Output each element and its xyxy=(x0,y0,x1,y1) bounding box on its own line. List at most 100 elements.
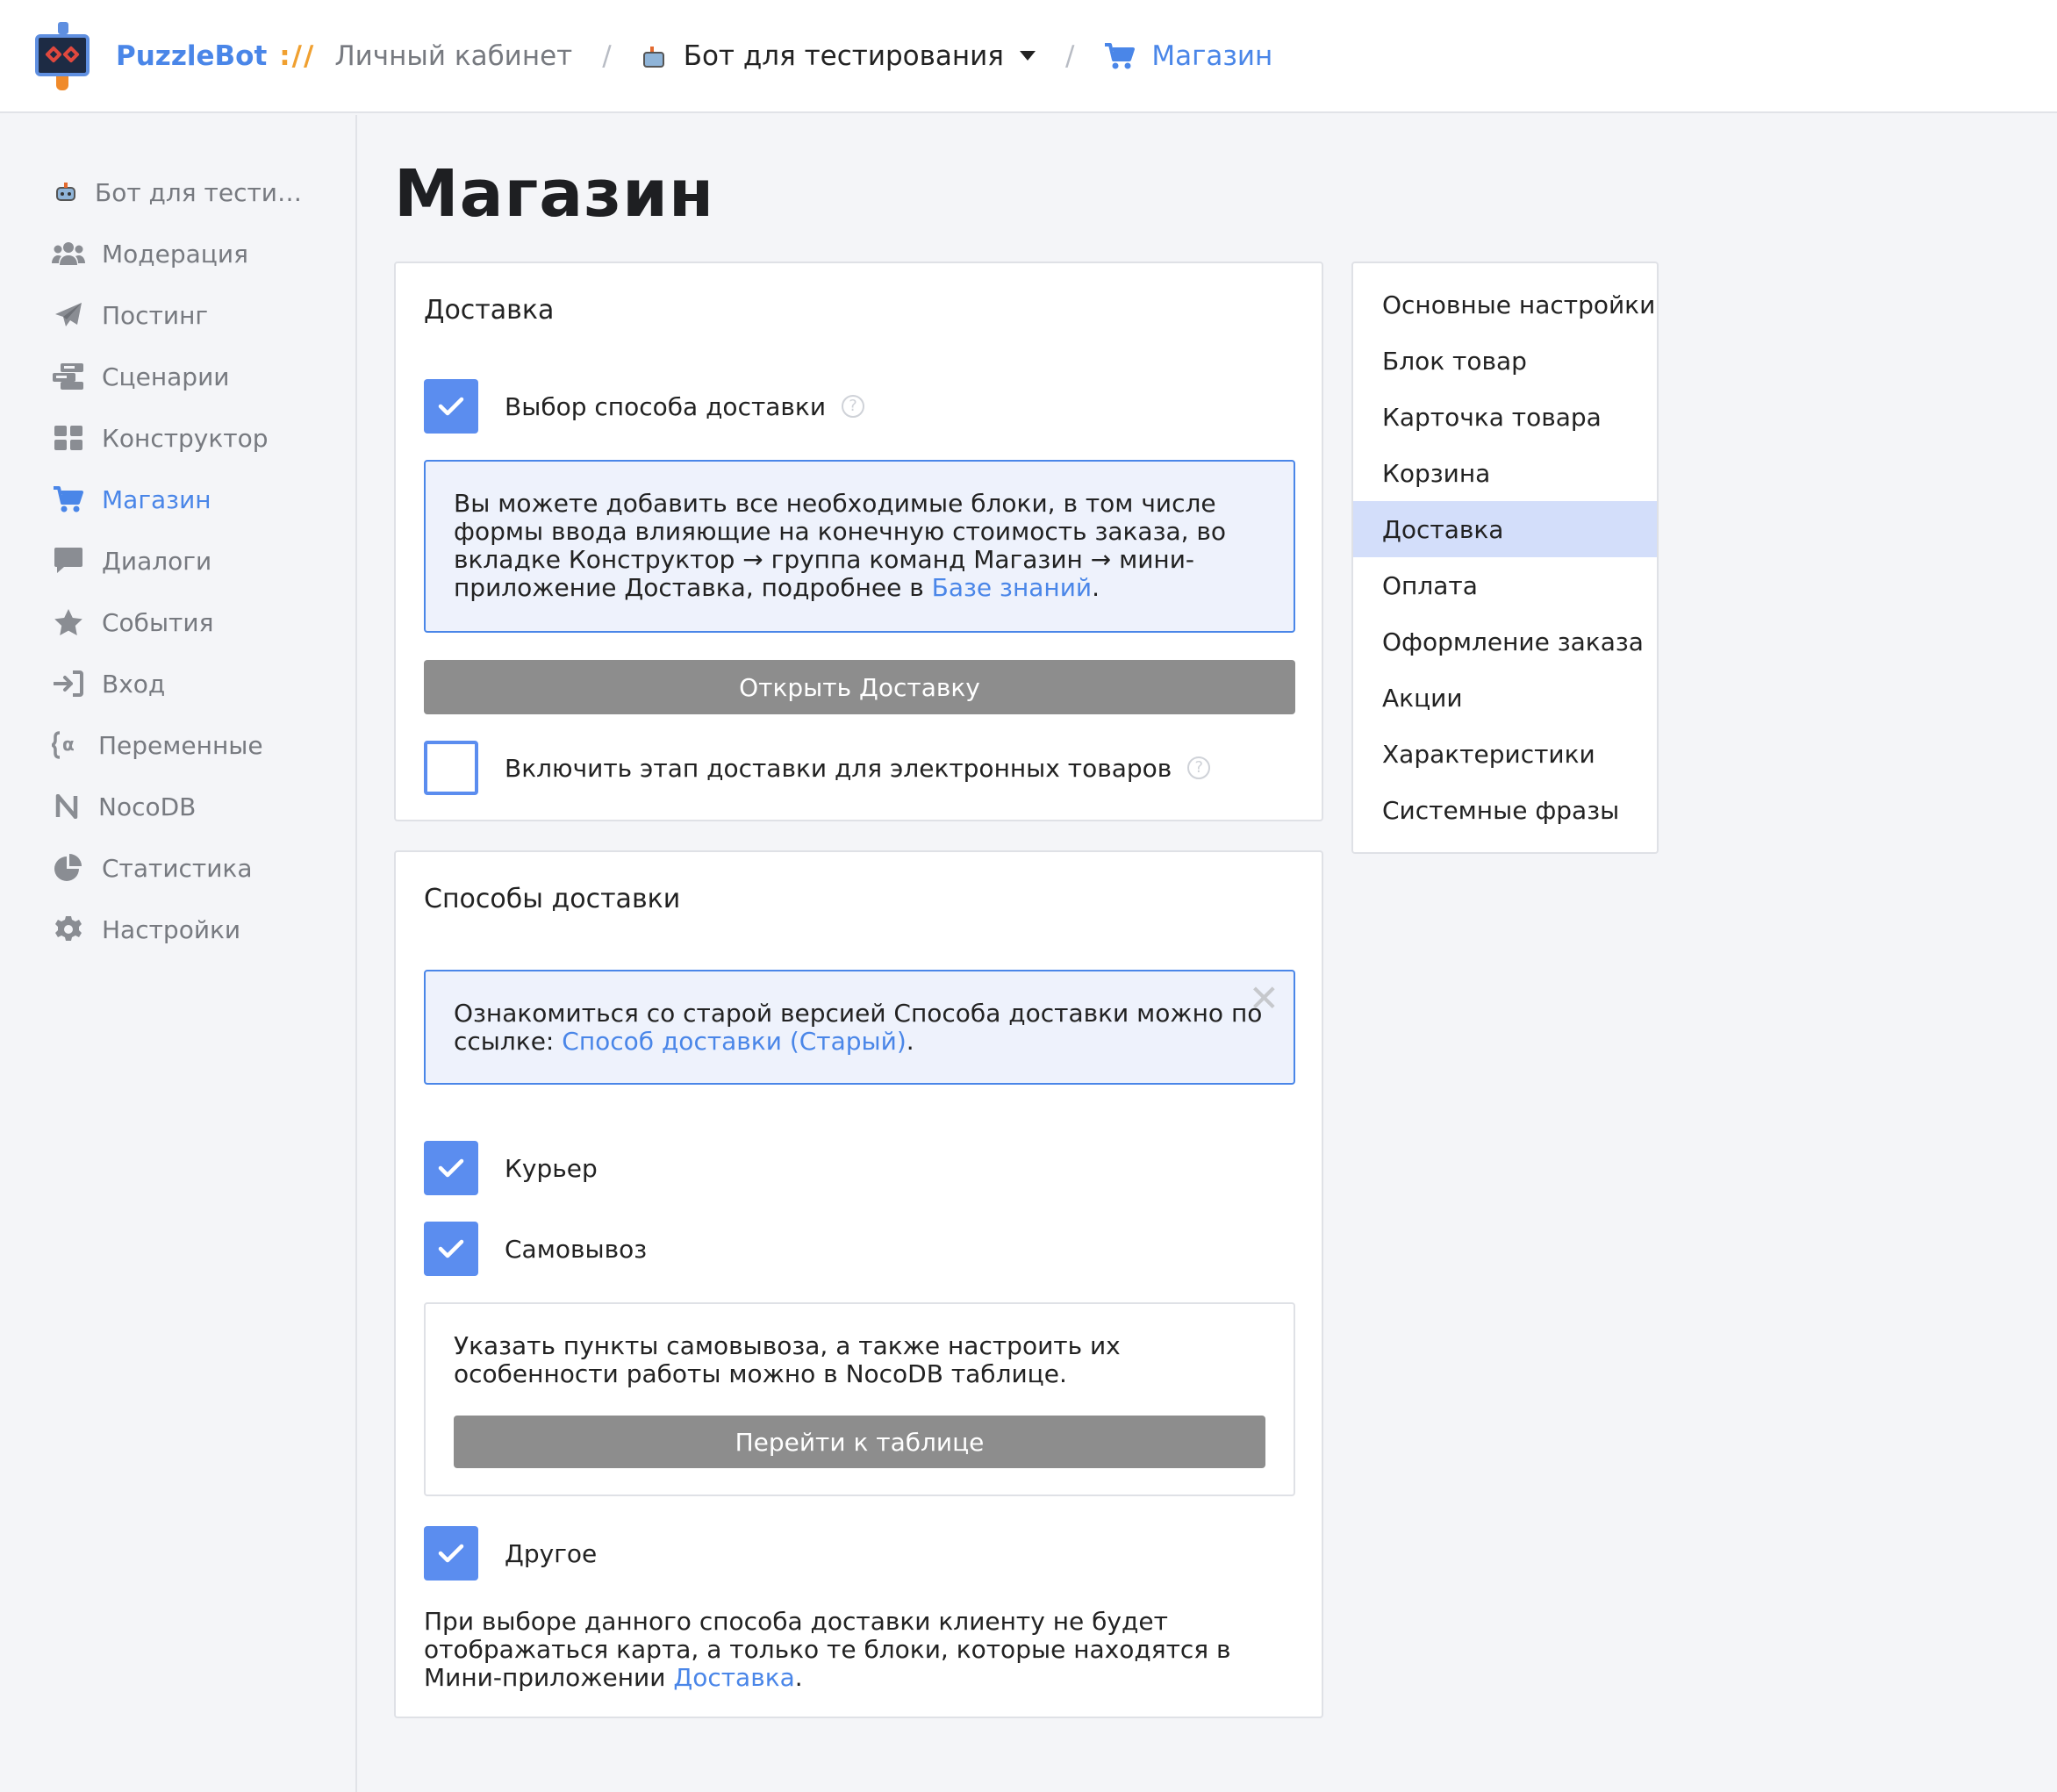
go-to-table-button[interactable]: Перейти к таблице xyxy=(454,1416,1265,1468)
pie-chart-icon xyxy=(51,852,86,884)
brand-name[interactable]: PuzzleBot xyxy=(116,40,267,72)
scenario-icon xyxy=(51,361,86,392)
page-title: Магазин xyxy=(394,156,715,232)
digital-delivery-checkbox[interactable] xyxy=(424,741,478,795)
pickup-checkbox[interactable] xyxy=(424,1222,478,1276)
sidebar-item-bot[interactable]: Бот для тести… xyxy=(51,170,302,214)
top-bar: PuzzleBot :// Личный кабинет / Бот для т… xyxy=(0,0,2057,113)
breadcrumb-shop[interactable]: Магазин xyxy=(1104,40,1272,72)
pickup-settings-box: Указать пункты самовывоза, а также настр… xyxy=(424,1302,1295,1496)
sidebar-item-label: Модерация xyxy=(102,239,248,269)
sidebar-item-login[interactable]: Вход xyxy=(51,662,165,706)
puzzlebot-logo-icon[interactable] xyxy=(35,21,90,90)
sidebar-item-dialogs[interactable]: Диалоги xyxy=(51,539,211,583)
users-icon xyxy=(51,238,86,269)
delivery-method-checkbox[interactable] xyxy=(424,379,478,434)
sidebar-item-events[interactable]: События xyxy=(51,600,213,644)
sidebar-item-label: Переменные xyxy=(98,730,263,760)
sidebar-item-label: События xyxy=(102,607,214,637)
delivery-card-title: Доставка xyxy=(424,295,555,326)
menu-item-product-card[interactable]: Карточка товара xyxy=(1353,389,1657,445)
menu-item-promotions[interactable]: Акции xyxy=(1353,670,1657,726)
menu-item-characteristics[interactable]: Характеристики xyxy=(1353,726,1657,782)
cart-icon xyxy=(1105,42,1136,68)
menu-item-cart[interactable]: Корзина xyxy=(1353,445,1657,501)
delivery-mini-app-link[interactable]: Доставка xyxy=(673,1663,794,1692)
sidebar-item-label: Настройки xyxy=(102,914,241,944)
courier-label: Курьер xyxy=(505,1153,598,1183)
delivery-method-text: Выбор способа доставки xyxy=(505,391,827,421)
other-label: Другое xyxy=(505,1538,598,1568)
bot-selector-label: Бот для тестирования xyxy=(683,39,1004,72)
breadcrumb-divider: / xyxy=(1064,39,1075,72)
delivery-method-label: Выбор способа доставки ? xyxy=(505,391,865,422)
old-version-notice: Ознакомиться со старой версией Способа д… xyxy=(424,970,1295,1085)
menu-item-product-block[interactable]: Блок товар xyxy=(1353,333,1657,389)
delivery-card: Доставка Выбор способа доставки ? Вы мож… xyxy=(394,262,1323,821)
sidebar-item-constructor[interactable]: Конструктор xyxy=(51,416,269,460)
delivery-info-text: Вы можете добавить все необходимые блоки… xyxy=(454,489,1227,602)
help-icon[interactable]: ? xyxy=(842,395,865,418)
knowledge-base-link[interactable]: Базе знаний xyxy=(932,573,1092,602)
sidebar-item-label: Статистика xyxy=(102,853,253,883)
close-icon[interactable]: ✕ xyxy=(1249,980,1279,1017)
sidebar-item-settings[interactable]: Настройки xyxy=(51,907,240,951)
sidebar-item-label: Диалоги xyxy=(102,546,212,576)
other-description: При выборе данного способа доставки клие… xyxy=(424,1608,1293,1692)
old-version-link[interactable]: Способ доставки (Старый) xyxy=(562,1027,907,1056)
sidebar-item-label: Магазин xyxy=(102,484,211,514)
bot-icon xyxy=(641,46,664,68)
sidebar-item-label: Бот для тести… xyxy=(95,177,302,207)
delivery-info-end: . xyxy=(1092,573,1100,602)
check-icon xyxy=(438,397,464,416)
open-delivery-button[interactable]: Открыть Доставку xyxy=(424,660,1295,714)
courier-checkbox[interactable] xyxy=(424,1141,478,1195)
delivery-methods-title: Способы доставки xyxy=(424,884,681,914)
help-icon[interactable]: ? xyxy=(1187,756,1211,779)
sidebar-item-scenarios[interactable]: Сценарии xyxy=(51,355,229,398)
menu-item-main-settings[interactable]: Основные настройки xyxy=(1353,276,1657,333)
shop-settings-menu: Основные настройки Блок товар Карточка т… xyxy=(1351,262,1659,854)
sidebar: Бот для тести… Модерация Постинг Сценари… xyxy=(0,115,357,1792)
check-icon xyxy=(438,1158,464,1178)
breadcrumb-cabinet[interactable]: Личный кабинет xyxy=(334,40,572,72)
digital-delivery-text: Включить этап доставки для электронных т… xyxy=(505,753,1172,783)
sidebar-item-posting[interactable]: Постинг xyxy=(51,293,208,337)
sidebar-item-moderation[interactable]: Модерация xyxy=(51,232,248,276)
breadcrumb-divider: / xyxy=(602,39,612,72)
bot-selector[interactable]: Бот для тестирования xyxy=(641,40,1036,72)
menu-item-delivery[interactable]: Доставка xyxy=(1353,501,1657,557)
digital-delivery-label: Включить этап доставки для электронных т… xyxy=(505,752,1211,784)
delivery-info-box: Вы можете добавить все необходимые блоки… xyxy=(424,460,1295,633)
check-icon xyxy=(438,1239,464,1258)
pickup-settings-text: Указать пункты самовывоза, а также настр… xyxy=(454,1331,1121,1388)
other-description-text: При выборе данного способа доставки клие… xyxy=(424,1607,1231,1692)
bot-icon xyxy=(51,176,81,208)
menu-item-checkout[interactable]: Оформление заказа xyxy=(1353,613,1657,670)
other-checkbox[interactable] xyxy=(424,1526,478,1581)
sign-in-icon xyxy=(51,668,86,699)
gear-icon xyxy=(51,914,86,945)
brand-separator: :// xyxy=(279,39,316,72)
variable-icon: α xyxy=(51,729,82,761)
sidebar-item-label: NocoDB xyxy=(98,792,197,821)
sidebar-item-statistics[interactable]: Статистика xyxy=(51,846,253,890)
delivery-methods-card: Способы доставки Ознакомиться со старой … xyxy=(394,850,1323,1718)
paper-plane-icon xyxy=(51,299,86,331)
sidebar-item-label: Сценарии xyxy=(102,362,230,391)
sidebar-item-label: Постинг xyxy=(102,300,209,330)
menu-item-payment[interactable]: Оплата xyxy=(1353,557,1657,613)
sidebar-item-nocodb[interactable]: NocoDB xyxy=(51,785,196,828)
cart-icon xyxy=(51,484,86,515)
sidebar-item-label: Конструктор xyxy=(102,423,269,453)
menu-item-system-phrases[interactable]: Системные фразы xyxy=(1353,782,1657,838)
star-icon xyxy=(51,606,86,638)
sidebar-item-shop[interactable]: Магазин xyxy=(51,477,211,521)
old-version-end: . xyxy=(906,1027,914,1056)
nocodb-icon xyxy=(51,791,82,822)
sidebar-item-variables[interactable]: α Переменные xyxy=(51,723,263,767)
caret-down-icon xyxy=(1019,51,1036,61)
pickup-label: Самовывоз xyxy=(505,1234,648,1264)
breadcrumb-shop-label: Магазин xyxy=(1151,39,1273,72)
svg-text:α: α xyxy=(62,734,75,755)
